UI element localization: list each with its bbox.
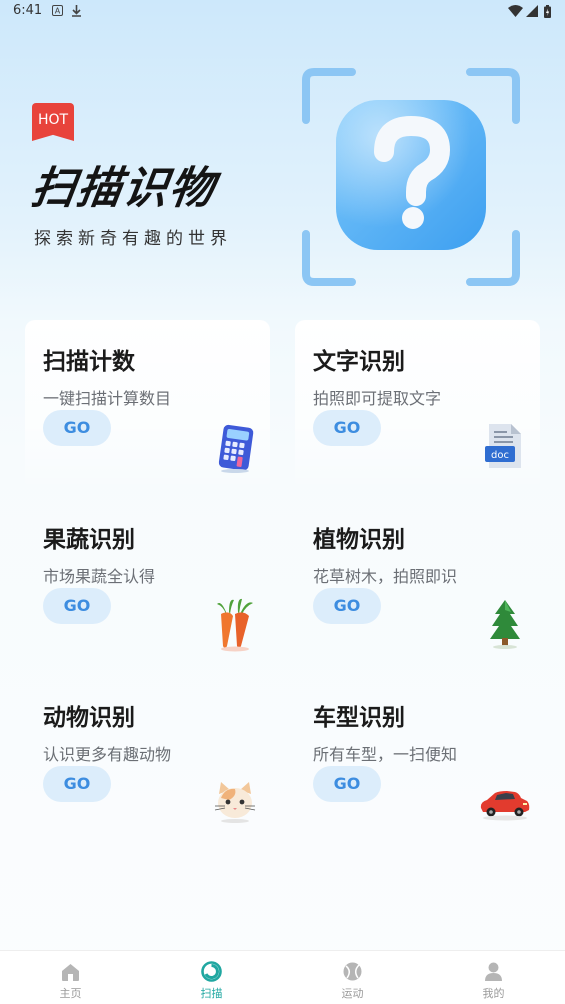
svg-text:doc: doc (491, 450, 509, 461)
profile-icon (485, 962, 502, 981)
fruit-veg-card[interactable]: 果蔬识别 市场果蔬全认得 GO (25, 498, 270, 668)
go-button[interactable]: GO (43, 766, 111, 802)
nav-label: 主页 (59, 987, 82, 1000)
tree-icon (490, 600, 520, 649)
animal-card[interactable]: 动物识别 认识更多有趣动物 GO (25, 676, 270, 846)
card-title: 植物识别 (313, 527, 405, 553)
carrot-icon (217, 598, 253, 652)
card-title: 车型识别 (313, 705, 405, 731)
download-icon (72, 5, 81, 17)
hero-title: 扫描识物 (27, 163, 219, 214)
doc-file-icon: doc (485, 424, 521, 468)
card-title: 果蔬识别 (43, 527, 135, 553)
status-time: 6:41 (13, 3, 43, 18)
card-title: 动物识别 (43, 705, 135, 731)
card-title: 文字识别 (313, 349, 405, 375)
signal-icon (526, 5, 538, 17)
go-button[interactable]: GO (43, 588, 111, 624)
nav-item-sport[interactable]: 运动 (282, 951, 423, 1004)
hero-subtitle: 探索新奇有趣的世界 (34, 229, 232, 249)
go-button[interactable]: GO (313, 410, 381, 446)
nav-label: 扫描 (200, 987, 223, 1000)
go-button[interactable]: GO (313, 766, 381, 802)
nav-item-home[interactable]: 主页 (0, 951, 141, 1004)
a-notification-icon: A (52, 5, 63, 16)
nav-item-scan[interactable]: 扫描 (141, 951, 282, 1004)
scan-count-card[interactable]: 扫描计数 一键扫描计算数目 GO (25, 320, 270, 490)
go-button[interactable]: GO (43, 410, 111, 446)
card-desc: 拍照即可提取文字 (313, 389, 442, 408)
calculator-icon (218, 424, 254, 473)
card-desc: 市场果蔬全认得 (43, 567, 156, 586)
text-recognition-card[interactable]: 文字识别 拍照即可提取文字 GO doc (295, 320, 540, 490)
home-icon (62, 964, 79, 981)
card-desc: 一键扫描计算数目 (43, 389, 172, 408)
plant-card[interactable]: 植物识别 花草树木，拍照即识 GO (295, 498, 540, 668)
car-icon (480, 791, 530, 821)
car-model-card[interactable]: 车型识别 所有车型，一扫便知 GO (295, 676, 540, 846)
status-bar: 6:41 A (0, 0, 565, 24)
battery-icon (544, 5, 551, 18)
nav-item-profile[interactable]: 我的 (423, 951, 564, 1004)
card-title: 扫描计数 (43, 349, 135, 375)
svg-text:A: A (55, 7, 61, 16)
card-desc: 花草树木，拍照即识 (313, 567, 458, 586)
cat-icon (214, 782, 256, 823)
nav-label: 运动 (341, 987, 364, 1000)
hot-badge: HOT (32, 103, 74, 141)
card-desc: 认识更多有趣动物 (43, 745, 172, 764)
bottom-nav: 主页 扫描 运动 我的 (0, 950, 565, 1004)
wifi-icon (508, 5, 523, 17)
go-button[interactable]: GO (313, 588, 381, 624)
ball-icon (343, 962, 362, 981)
card-desc: 所有车型，一扫便知 (313, 745, 458, 764)
nav-label: 我的 (482, 987, 505, 1000)
question-scan-icon (302, 68, 520, 286)
scan-icon (201, 961, 222, 982)
